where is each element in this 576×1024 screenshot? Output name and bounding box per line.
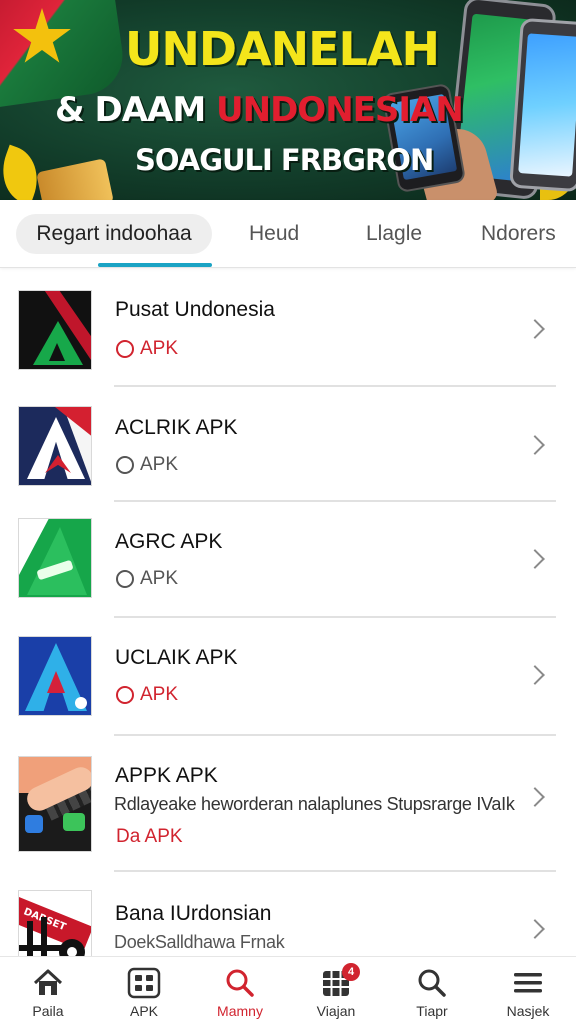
tab-ndorers[interactable]: Ndorers (481, 214, 556, 254)
apk-badge: Da APK (116, 826, 183, 847)
banner-subtitle: & DAAM UNDONESIAN (55, 90, 464, 130)
blue-a-logo-icon (18, 636, 92, 716)
keyboard-hand-thumbnail-icon (18, 756, 92, 852)
gift-decoration (36, 158, 114, 200)
chevron-right-icon (525, 787, 545, 807)
apk-badge-label: APK (140, 684, 179, 705)
list-item[interactable]: DARSET Bana IUrdonsian DoekSalldhawa Frn… (0, 872, 576, 956)
red-banner-logo-icon: DARSET (18, 890, 92, 956)
apk-ring-icon (116, 456, 134, 474)
menu-icon (514, 973, 542, 993)
item-description: Rdlayeake heworderan nalaplunes Stupsrar… (114, 794, 515, 814)
nav-nasjek[interactable]: Nasjek (480, 957, 576, 1024)
chevron-right-icon (525, 435, 545, 455)
apk-badge-label: APK (140, 568, 179, 589)
apk-badge: APK (116, 568, 178, 590)
apk-badge-label: APK (140, 338, 179, 359)
red-green-triangle-logo-icon (18, 290, 92, 370)
item-description: DoekSalldhawa Frnak (114, 932, 285, 952)
nav-mamny[interactable]: Mamny (192, 957, 288, 1024)
phone-image-secondary (509, 17, 576, 193)
search-icon (418, 969, 446, 997)
item-name: UCLAIK APK (115, 646, 238, 669)
list-item[interactable]: UCLAIK APK APK (0, 618, 576, 736)
nav-label: APK (129, 1003, 158, 1019)
active-tab-indicator (98, 263, 212, 267)
nav-paila[interactable]: Paila (0, 957, 96, 1024)
apk-badge: APK (116, 338, 178, 360)
bottom-navigation: Paila APK Mamny 4 Viajan Tiapr Nasjek (0, 956, 576, 1024)
hero-banner[interactable]: UNDANELAH & DAAM UNDONESIAN SOAGULI FRBG… (0, 0, 576, 200)
nav-apk[interactable]: APK (96, 957, 192, 1024)
green-triangle-logo-icon (18, 518, 92, 598)
nav-label: Viajan (316, 1003, 356, 1019)
tab-bar: Regart indoohaa Heud Llagle Ndorers (0, 200, 576, 268)
nav-label: Mamny (217, 1003, 263, 1019)
tab-heud[interactable]: Heud (249, 214, 299, 254)
navy-red-a-logo-icon (18, 406, 92, 486)
nav-tiapr[interactable]: Tiapr (384, 957, 480, 1024)
nav-label: Tiapr (416, 1003, 448, 1019)
tab-regart-indoohaa[interactable]: Regart indoohaa (16, 214, 212, 254)
item-name: Bana IUrdonsian (115, 902, 272, 925)
nav-label: Nasjek (506, 1003, 550, 1019)
apk-ring-icon (116, 570, 134, 588)
notification-badge: 4 (342, 963, 360, 981)
home-icon (33, 969, 63, 995)
item-name: Pusat Undonesia (115, 298, 275, 321)
chevron-right-icon (525, 665, 545, 685)
item-name: APPK APK (115, 764, 218, 787)
apk-badge: APK (116, 454, 178, 476)
list-item[interactable]: Pusat Undonesia APK (0, 270, 576, 387)
banner-title: UNDANELAH (125, 22, 440, 76)
banner-tagline: SOAGULI FRBGRON (135, 143, 434, 177)
item-name: ACLRIK APK (115, 416, 238, 439)
chevron-right-icon (525, 549, 545, 569)
chevron-right-icon (525, 919, 545, 939)
list-item[interactable]: AGRC APK APK (0, 502, 576, 618)
apk-ring-icon (116, 340, 134, 358)
banner-subtitle-red: UNDONESIAN (205, 90, 464, 130)
nav-viajan[interactable]: 4 Viajan (288, 957, 384, 1024)
nav-label: Paila (32, 1003, 64, 1019)
list-item[interactable]: ACLRIK APK APK (0, 386, 576, 502)
item-name: AGRC APK (115, 530, 223, 553)
chevron-right-icon (525, 319, 545, 339)
apps-grid-icon (127, 967, 161, 999)
search-icon (226, 969, 254, 997)
apk-ring-icon (116, 686, 134, 704)
apk-badge-label: APK (140, 454, 179, 475)
app-list: Pusat Undonesia APK ACLRIK APK APK AGRC … (0, 270, 576, 956)
list-item[interactable]: APPK APK Rdlayeake heworderan nalaplunes… (0, 736, 576, 872)
banner-subtitle-white: & DAAM (55, 90, 206, 130)
apk-badge: APK (116, 684, 178, 706)
tab-llagle[interactable]: Llagle (366, 214, 422, 254)
